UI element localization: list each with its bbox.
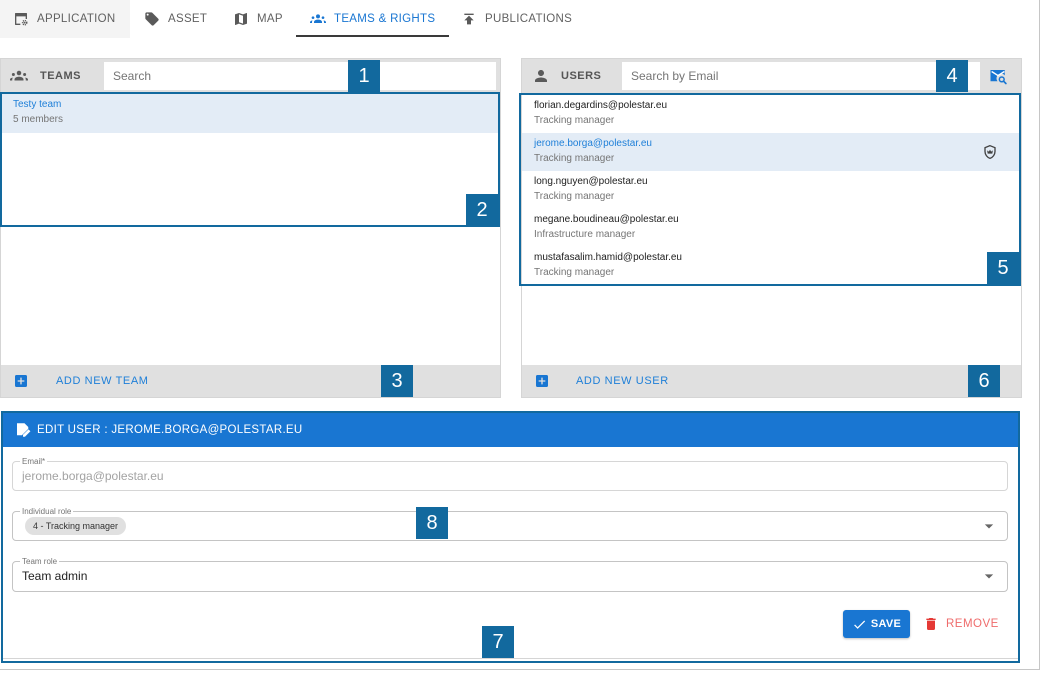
user-list-item[interactable]: jerome.borga@polestar.eu Tracking manage… xyxy=(522,133,1021,171)
tab-asset-label: ASSET xyxy=(168,13,208,25)
annotation-badge-5: 5 xyxy=(987,252,1019,284)
email-field-value: jerome.borga@polestar.eu xyxy=(22,469,164,483)
add-new-team-button[interactable]: ADD NEW TEAM xyxy=(1,365,500,397)
save-button[interactable]: SAVE xyxy=(843,610,910,638)
email-field: Email* jerome.borga@polestar.eu xyxy=(12,457,1008,491)
teams-search-input[interactable] xyxy=(104,62,496,90)
tab-application-label: APPLICATION xyxy=(37,13,116,25)
annotation-badge-6: 6 xyxy=(968,365,1000,397)
people-group-icon xyxy=(310,11,326,27)
annotation-badge-4: 4 xyxy=(936,60,968,92)
team-role-value: Team admin xyxy=(22,569,88,583)
team-list-item[interactable]: Testy team 5 members xyxy=(1,94,500,133)
individual-role-select[interactable]: Individual role 4 - Tracking manager xyxy=(12,507,1008,541)
users-list: florian.degardins@polestar.eu Tracking m… xyxy=(522,95,1021,285)
annotation-badge-1: 1 xyxy=(348,60,380,92)
tab-teams-rights-label: TEAMS & RIGHTS xyxy=(334,13,436,25)
user-list-item[interactable]: megane.boudineau@polestar.eu Infrastruct… xyxy=(522,209,1021,247)
window-bottom-border xyxy=(0,669,1040,670)
tab-map-label: MAP xyxy=(257,13,283,25)
save-button-label: SAVE xyxy=(870,618,902,630)
application-settings-icon xyxy=(13,11,29,27)
user-email: jerome.borga@polestar.eu xyxy=(534,138,652,149)
tab-publications-label: PUBLICATIONS xyxy=(485,13,573,25)
app-page: APPLICATION ASSET MAP TEAMS & RIGHTS PUB… xyxy=(0,0,1043,674)
teams-panel: TEAMS Testy team 5 members ADD NEW TEAM xyxy=(0,58,501,398)
users-panel-title: USERS xyxy=(561,70,602,82)
window-right-border xyxy=(1039,0,1040,670)
individual-role-chip: 4 - Tracking manager xyxy=(25,517,127,535)
user-role: Tracking manager xyxy=(534,267,615,278)
user-list-item[interactable]: long.nguyen@polestar.eu Tracking manager xyxy=(522,171,1021,209)
check-icon xyxy=(852,617,867,632)
trash-icon xyxy=(923,616,939,632)
individual-role-label: Individual role xyxy=(20,507,74,516)
add-new-user-button[interactable]: ADD NEW USER xyxy=(522,365,1021,397)
tab-publications[interactable]: PUBLICATIONS xyxy=(461,0,572,38)
teams-panel-header: TEAMS xyxy=(1,59,500,94)
tab-map[interactable]: MAP xyxy=(233,0,283,38)
team-name: Testy team xyxy=(13,99,62,110)
tab-teams-rights[interactable]: TEAMS & RIGHTS xyxy=(296,0,449,38)
user-role: Tracking manager xyxy=(534,153,615,164)
add-new-user-label: ADD NEW USER xyxy=(576,375,669,387)
user-email: mustafasalim.hamid@polestar.eu xyxy=(534,252,682,263)
add-box-icon xyxy=(534,373,550,389)
team-role-select[interactable]: Team role Team admin xyxy=(12,557,1008,592)
map-icon xyxy=(233,11,249,27)
user-email: florian.degardins@polestar.eu xyxy=(534,100,668,111)
user-role: Tracking manager xyxy=(534,191,615,202)
tab-application[interactable]: APPLICATION xyxy=(0,0,130,38)
chevron-down-icon[interactable] xyxy=(979,516,999,536)
edit-user-title: EDIT USER : JEROME.BORGA@POLESTAR.EU xyxy=(37,424,303,436)
top-tab-bar: APPLICATION ASSET MAP TEAMS & RIGHTS PUB… xyxy=(0,0,1038,38)
add-box-icon xyxy=(13,373,29,389)
annotation-badge-3: 3 xyxy=(381,365,413,397)
people-group-icon xyxy=(10,67,28,85)
users-email-search-input[interactable] xyxy=(622,62,980,90)
users-panel: USERS florian.degardins@polestar.eu Trac… xyxy=(521,58,1022,398)
edit-document-icon xyxy=(14,421,32,439)
tag-icon xyxy=(144,11,160,27)
chevron-down-icon[interactable] xyxy=(979,566,999,586)
team-admin-shield-icon xyxy=(982,144,998,160)
edit-user-header: EDIT USER : JEROME.BORGA@POLESTAR.EU xyxy=(2,413,1019,447)
email-search-icon[interactable] xyxy=(989,67,1007,85)
edit-user-panel: EDIT USER : JEROME.BORGA@POLESTAR.EU Ema… xyxy=(2,413,1019,659)
user-role: Infrastructure manager xyxy=(534,229,636,240)
user-email: long.nguyen@polestar.eu xyxy=(534,176,648,187)
annotation-badge-7: 7 xyxy=(482,626,514,658)
user-email: megane.boudineau@polestar.eu xyxy=(534,214,679,225)
active-tab-indicator xyxy=(296,35,449,37)
person-icon xyxy=(532,67,550,85)
annotation-badge-2: 2 xyxy=(466,194,498,226)
teams-panel-title: TEAMS xyxy=(40,70,81,82)
add-new-team-label: ADD NEW TEAM xyxy=(56,375,149,387)
remove-button[interactable]: REMOVE xyxy=(923,610,999,638)
user-role: Tracking manager xyxy=(534,115,615,126)
remove-button-label: REMOVE xyxy=(946,618,999,630)
user-list-item[interactable]: mustafasalim.hamid@polestar.eu Tracking … xyxy=(522,247,1021,285)
team-member-count: 5 members xyxy=(13,114,64,125)
publish-upload-icon xyxy=(461,11,477,27)
user-list-item[interactable]: florian.degardins@polestar.eu Tracking m… xyxy=(522,95,1021,133)
annotation-badge-8: 8 xyxy=(416,507,448,539)
tab-asset[interactable]: ASSET xyxy=(144,0,207,38)
teams-list: Testy team 5 members xyxy=(1,94,500,133)
